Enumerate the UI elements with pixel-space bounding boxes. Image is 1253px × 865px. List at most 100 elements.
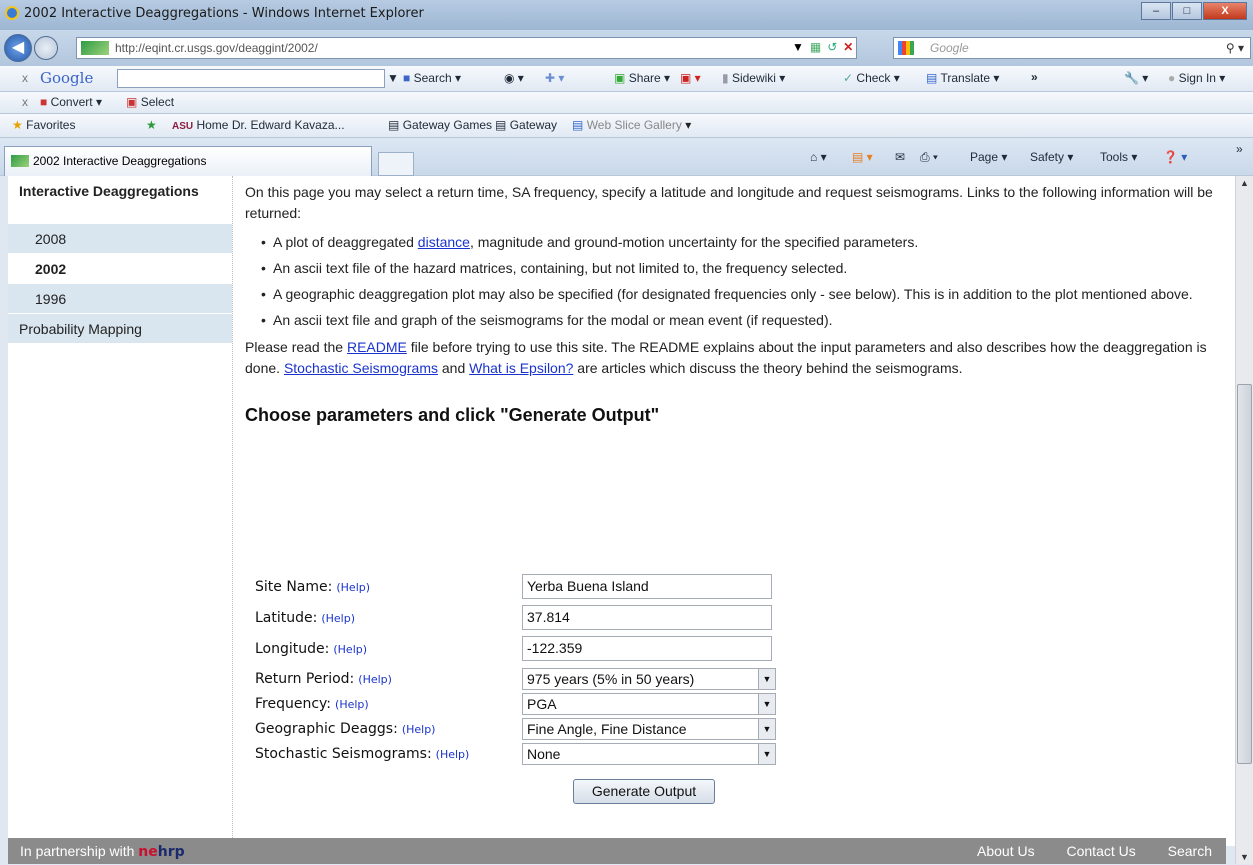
- nehrp-logo[interactable]: nehrp: [138, 844, 184, 860]
- scroll-up-icon[interactable]: ▲: [1236, 178, 1253, 188]
- what-is-epsilon-link[interactable]: What is Epsilon?: [469, 360, 573, 376]
- tools-menu[interactable]: Tools ▾: [1100, 150, 1137, 164]
- search-placeholder: Google: [930, 41, 969, 55]
- sidewiki-button[interactable]: ▮ Sidewiki ▾: [722, 71, 785, 85]
- readme-text: and: [438, 360, 470, 376]
- geographic-deaggs-help-link[interactable]: (Help): [402, 723, 436, 736]
- refresh-icon[interactable]: ↺: [827, 40, 837, 54]
- stochastic-seismograms-value: None: [527, 746, 561, 762]
- frequency-help-link[interactable]: (Help): [335, 698, 369, 711]
- scroll-down-icon[interactable]: ▼: [1236, 852, 1253, 862]
- select-icon: ▣: [126, 95, 138, 109]
- page-menu[interactable]: Page ▾: [970, 150, 1007, 164]
- forward-button[interactable]: [34, 36, 58, 60]
- site-name-field[interactable]: Yerba Buena Island: [522, 574, 772, 599]
- geographic-deaggs-value: Fine Angle, Fine Distance: [527, 721, 687, 737]
- sidebar-item-probability-mapping[interactable]: Probability Mapping: [8, 314, 232, 344]
- google-search-input[interactable]: [117, 69, 385, 88]
- favorite-link-gateway-games[interactable]: ▤ Gateway Games: [388, 118, 492, 132]
- help-icon[interactable]: ❓ ▾: [1163, 150, 1187, 164]
- favorites-bar: ★ Favorites ★ ASU Home Dr. Edward Kavaza…: [0, 114, 1253, 138]
- convert-button[interactable]: ■ Convert ▾: [40, 95, 102, 109]
- geographic-deaggs-select[interactable]: Fine Angle, Fine Distance ▼: [522, 718, 776, 740]
- google-search-label: Search: [413, 71, 452, 85]
- readme-link[interactable]: README: [347, 339, 407, 355]
- popup-blocker-icon[interactable]: ◉ ▾: [504, 71, 524, 85]
- chevron-down-icon[interactable]: ▼: [758, 669, 775, 689]
- site-name-help-link[interactable]: (Help): [336, 581, 370, 594]
- sign-in-button[interactable]: ● Sign In ▾: [1168, 71, 1225, 85]
- latitude-help-link[interactable]: (Help): [321, 612, 355, 625]
- stochastic-seismograms-link[interactable]: Stochastic Seismograms: [284, 360, 438, 376]
- generate-output-button[interactable]: Generate Output: [573, 779, 715, 804]
- search-input[interactable]: Google ⚲ ▾: [893, 37, 1251, 59]
- new-tab-button[interactable]: [378, 152, 414, 176]
- vertical-scrollbar[interactable]: ▲ ▼: [1235, 176, 1253, 864]
- close-button[interactable]: X: [1203, 2, 1247, 20]
- longitude-field[interactable]: -122.359: [522, 636, 772, 661]
- maximize-button[interactable]: □: [1172, 2, 1202, 20]
- chevron-right-icon[interactable]: »: [1236, 142, 1243, 156]
- google-search-dropdown-icon[interactable]: ▼: [387, 71, 399, 85]
- check-button[interactable]: ✓ Check ▾: [843, 71, 900, 85]
- search-link[interactable]: Search: [1168, 843, 1212, 859]
- sidebar-item-1996[interactable]: 1996: [8, 284, 232, 314]
- frequency-select[interactable]: PGA ▼: [522, 693, 776, 715]
- close-toolbar-icon[interactable]: x: [22, 71, 28, 85]
- add-favorite-icon[interactable]: ★: [146, 118, 157, 132]
- longitude-help-link[interactable]: (Help): [333, 643, 367, 656]
- chevron-down-icon[interactable]: ▼: [758, 694, 775, 714]
- check-label: Check: [856, 71, 891, 85]
- return-period-help-link[interactable]: (Help): [358, 673, 392, 686]
- select-button[interactable]: ▣ Select: [126, 95, 174, 109]
- search-icon[interactable]: ⚲ ▾: [1226, 38, 1244, 58]
- blogger-icon[interactable]: ▣ ▾: [680, 71, 701, 85]
- web-slice-gallery[interactable]: ▤ Web Slice Gallery ▾: [572, 118, 691, 132]
- print-icon[interactable]: ⎙ ▾: [920, 150, 938, 165]
- favorites-button[interactable]: ★ Favorites: [12, 118, 75, 132]
- footer-links: About Us Contact Us Search: [949, 838, 1212, 864]
- sidebar-item-2008[interactable]: 2008: [8, 224, 232, 254]
- longitude-label: Longitude: (Help): [255, 641, 368, 657]
- wrench-icon[interactable]: 🔧 ▾: [1124, 71, 1148, 85]
- partnership-label: In partnership with: [20, 843, 139, 859]
- feeds-icon[interactable]: ▤ ▾: [852, 150, 873, 164]
- list-item: A plot of deaggregated distance, magnitu…: [261, 232, 1215, 253]
- close-convert-toolbar-icon[interactable]: x: [22, 95, 28, 109]
- favorite-link-gateway[interactable]: ▤ Gateway: [495, 118, 557, 132]
- google-search-button[interactable]: ■ Search ▾: [403, 71, 461, 85]
- tab-active[interactable]: 2002 Interactive Deaggregations: [4, 146, 372, 176]
- sidewiki-label: Sidewiki: [731, 71, 776, 85]
- distance-link[interactable]: distance: [418, 234, 470, 250]
- safety-menu[interactable]: Safety ▾: [1030, 150, 1073, 164]
- convert-toolbar: x ■ Convert ▾ ▣ Select: [0, 92, 1253, 114]
- google-icon: [898, 41, 914, 55]
- translate-button[interactable]: ▤ Translate ▾: [926, 71, 999, 85]
- site-favicon-icon: [81, 41, 109, 55]
- dropdown-arrow-icon[interactable]: ▼: [792, 40, 804, 54]
- more-tools-button[interactable]: »: [1031, 70, 1038, 84]
- stop-icon[interactable]: ✕: [843, 40, 853, 54]
- chevron-down-icon[interactable]: ▼: [758, 719, 775, 739]
- back-button[interactable]: ◀: [4, 34, 32, 62]
- stochastic-seismograms-help-link[interactable]: (Help): [436, 748, 470, 761]
- compatibility-icon[interactable]: ▦: [810, 40, 821, 54]
- about-us-link[interactable]: About Us: [977, 843, 1035, 859]
- favorite-link-home[interactable]: ASU Home Dr. Edward Kavaza...: [172, 118, 345, 132]
- list-item: An ascii text file and graph of the seis…: [261, 310, 1215, 331]
- contact-us-link[interactable]: Contact Us: [1067, 843, 1136, 859]
- share-button[interactable]: ▣ Share ▾: [614, 71, 670, 85]
- select-label: Select: [140, 95, 175, 109]
- chevron-down-icon[interactable]: ▼: [758, 744, 775, 764]
- stochastic-seismograms-select[interactable]: None ▼: [522, 743, 776, 765]
- mail-icon[interactable]: ✉: [895, 150, 905, 164]
- home-icon[interactable]: ⌂ ▾: [810, 150, 827, 164]
- scrollbar-thumb[interactable]: [1237, 384, 1252, 764]
- readme-paragraph: Please read the README file before tryin…: [245, 337, 1215, 379]
- minimize-button[interactable]: –: [1141, 2, 1171, 20]
- address-bar[interactable]: http://eqint.cr.usgs.gov/deaggint/2002/: [76, 37, 857, 59]
- sidebar-item-2002[interactable]: 2002: [8, 254, 232, 284]
- return-period-select[interactable]: 975 years (5% in 50 years) ▼: [522, 668, 776, 690]
- latitude-field[interactable]: 37.814: [522, 605, 772, 630]
- plus-icon[interactable]: ✚ ▾: [545, 71, 564, 85]
